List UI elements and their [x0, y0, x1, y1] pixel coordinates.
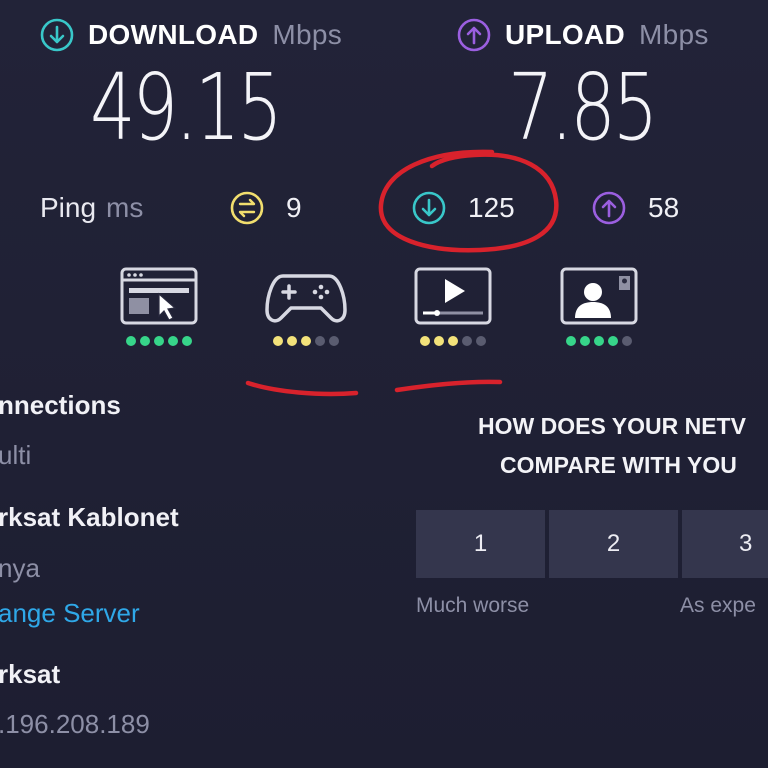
ping-download: 125	[412, 191, 515, 225]
download-unit: Mbps	[272, 19, 343, 50]
quality-dots	[420, 336, 486, 346]
provider-name: rksat	[0, 659, 61, 689]
ping-label: Ping ms	[40, 192, 143, 224]
scale-low-label: Much worse	[416, 594, 530, 617]
streaming-icon	[414, 267, 492, 325]
change-server-link[interactable]: ange Server	[0, 598, 140, 629]
download-value: 49.15	[90, 54, 283, 161]
compare-question-line2: COMPARE WITH YOU	[500, 452, 737, 478]
quality-gaming	[263, 266, 349, 346]
download-label: DOWNLOAD	[88, 19, 259, 50]
upload-unit: Mbps	[639, 19, 709, 50]
ping-idle-value: 9	[286, 192, 302, 223]
ping-download-value: 125	[468, 192, 515, 223]
ping-upload: 58	[592, 191, 679, 225]
quality-dots	[566, 336, 632, 346]
rating-dot-filled	[608, 336, 618, 346]
ip-address: .196.208.189	[0, 709, 150, 739]
compare-question-line1: HOW DOES YOUR NETV	[478, 413, 746, 439]
connections-title: nnections	[0, 390, 121, 420]
speedtest-result-screen: DOWNLOAD Mbps 49.15 UPLOAD Mbps 7.85 Pin…	[0, 0, 768, 768]
rating-option-1[interactable]: 1	[416, 510, 545, 578]
arrow-down-circle-icon	[412, 191, 446, 225]
download-header: DOWNLOAD Mbps	[40, 18, 342, 52]
rating-dot-filled	[126, 336, 136, 346]
rating-option-3[interactable]: 3	[682, 510, 768, 578]
ping-idle: 9	[230, 191, 302, 225]
rating-dot-empty	[462, 336, 472, 346]
upload-label: UPLOAD	[505, 19, 626, 50]
video-call-icon	[560, 267, 638, 325]
connections-value: ulti	[0, 440, 32, 470]
quality-video-call	[559, 266, 639, 346]
rating-dot-filled	[301, 336, 311, 346]
rating-option-2[interactable]: 2	[549, 510, 678, 578]
ping-unit: ms	[106, 192, 144, 223]
quality-web-browsing	[119, 266, 199, 346]
quality-streaming	[413, 266, 493, 346]
ping-label-text: Ping	[40, 192, 97, 223]
quality-dots	[273, 336, 339, 346]
ping-idle-icon	[230, 191, 264, 225]
rating-dot-filled	[273, 336, 283, 346]
ping-upload-value: 58	[648, 192, 680, 223]
arrow-up-circle-icon	[592, 191, 626, 225]
upload-header: UPLOAD Mbps	[457, 18, 709, 52]
rating-dot-empty	[315, 336, 325, 346]
annotation-underline-gaming	[245, 380, 359, 397]
rating-dot-filled	[434, 336, 444, 346]
web-browsing-icon	[120, 267, 198, 325]
scale-mid-label: As expe	[680, 594, 756, 617]
rating-dot-filled	[448, 336, 458, 346]
arrow-down-circle-icon	[40, 18, 74, 52]
rating-dot-filled	[594, 336, 604, 346]
server-city: nya	[0, 553, 40, 583]
rating-dot-empty	[476, 336, 486, 346]
quality-dots	[126, 336, 192, 346]
rating-dot-empty	[622, 336, 632, 346]
rating-dot-filled	[420, 336, 430, 346]
rating-dot-filled	[140, 336, 150, 346]
arrow-up-circle-icon	[457, 18, 491, 52]
rating-dot-filled	[287, 336, 297, 346]
gaming-icon	[265, 274, 347, 323]
rating-dot-filled	[168, 336, 178, 346]
rating-dot-filled	[182, 336, 192, 346]
rating-dot-empty	[329, 336, 339, 346]
server-name: rksat Kablonet	[0, 502, 179, 532]
upload-value: 7.85	[508, 54, 658, 161]
rating-dot-filled	[580, 336, 590, 346]
rating-dot-filled	[154, 336, 164, 346]
rating-dot-filled	[566, 336, 576, 346]
annotation-underline-streaming	[394, 379, 503, 393]
